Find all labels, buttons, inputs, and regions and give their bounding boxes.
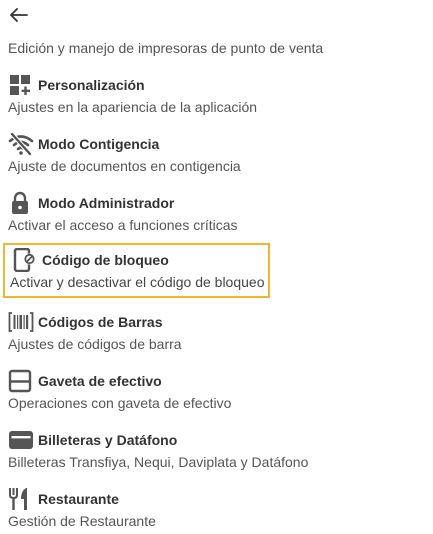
wifi-off-icon xyxy=(8,132,38,156)
item-description: Billeteras Transfiya, Nequi, Daviplata y… xyxy=(8,454,309,470)
item-header: Modo Contigencia xyxy=(8,132,159,156)
restaurant-icon xyxy=(8,487,38,511)
phone-lock-icon xyxy=(12,248,42,272)
cash-drawer-icon xyxy=(8,369,38,393)
settings-item-modo-contigencia[interactable]: Modo Contigencia Ajuste de documentos en… xyxy=(8,132,428,184)
item-header: Modo Administrador xyxy=(8,191,174,215)
settings-item-personalizacion[interactable]: Personalización Ajustes en la apariencia… xyxy=(8,73,428,125)
item-title: Código de bloqueo xyxy=(42,252,169,268)
settings-screen: Edición y manejo de impresoras de punto … xyxy=(0,0,433,534)
item-description: Ajuste de documentos en contigencia xyxy=(8,158,241,174)
settings-item-billeteras-y-datafono[interactable]: Billeteras y Datáfono Billeteras Transfi… xyxy=(8,428,428,480)
settings-item-codigo-de-bloqueo[interactable]: Código de bloqueo Activar y desactivar e… xyxy=(3,243,270,298)
item-header: Billeteras y Datáfono xyxy=(8,428,177,452)
item-description: Operaciones con gaveta de efectivo xyxy=(8,395,232,411)
item-header: Códigos de Barras xyxy=(8,310,162,334)
item-header: Personalización xyxy=(8,73,145,97)
settings-item-restaurante[interactable]: Restaurante Gestión de Restaurante xyxy=(8,487,428,534)
barcode-icon xyxy=(8,310,38,334)
arrow-left-icon xyxy=(10,8,28,22)
lock-icon xyxy=(8,191,38,215)
item-title: Gaveta de efectivo xyxy=(38,373,162,389)
item-description: Activar el acceso a funciones críticas xyxy=(8,217,238,233)
item-title: Códigos de Barras xyxy=(38,314,163,330)
item-title: Modo Administrador xyxy=(38,195,175,211)
back-button[interactable] xyxy=(8,5,30,25)
wallet-icon xyxy=(8,428,38,452)
layout-add-icon xyxy=(8,73,38,97)
settings-item-codigos-de-barras[interactable]: Códigos de Barras Ajustes de códigos de … xyxy=(8,310,428,362)
item-title: Restaurante xyxy=(38,491,119,507)
printers-description: Edición y manejo de impresoras de punto … xyxy=(8,40,324,56)
item-header: Restaurante xyxy=(8,487,119,511)
item-title: Personalización xyxy=(38,77,145,93)
item-description: Ajustes de códigos de barra xyxy=(8,336,182,352)
item-header: Gaveta de efectivo xyxy=(8,369,162,393)
item-description: Activar y desactivar el código de bloque… xyxy=(10,274,265,290)
item-header: Código de bloqueo xyxy=(12,248,169,272)
item-title: Billeteras y Datáfono xyxy=(38,432,178,448)
item-description: Gestión de Restaurante xyxy=(8,513,156,529)
settings-item-modo-administrador[interactable]: Modo Administrador Activar el acceso a f… xyxy=(8,191,428,243)
item-description: Ajustes en la apariencia de la aplicació… xyxy=(8,99,258,115)
settings-item-gaveta-de-efectivo[interactable]: Gaveta de efectivo Operaciones con gavet… xyxy=(8,369,428,421)
item-title: Modo Contigencia xyxy=(38,136,160,152)
